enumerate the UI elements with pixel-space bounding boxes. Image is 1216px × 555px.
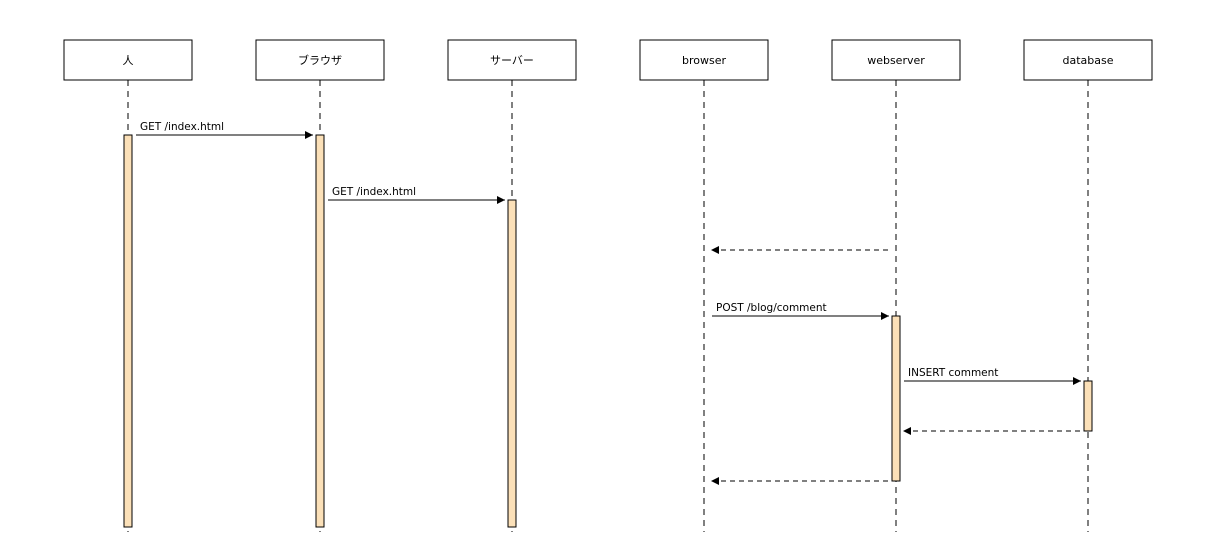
sequence-diagram: GET /index.html GET /index.html POST /blog… (63, 39, 1153, 532)
message-label: GET /index.html (332, 186, 416, 198)
message-label: GET /index.html (140, 121, 224, 133)
participant-server_ja: サーバー (447, 39, 577, 81)
message-label: POST /blog/comment (716, 302, 827, 314)
participant-database: database (1023, 39, 1153, 81)
message-hito-to-browser_ja: GET /index.html (136, 121, 313, 139)
activation-bar-browser_ja (315, 134, 325, 528)
activation-bar-server_ja (507, 199, 517, 528)
activation-bar-hito (123, 134, 133, 528)
message-webserver-to-database: INSERT comment (904, 367, 1081, 385)
activation-bar-database (1083, 380, 1093, 432)
participant-webserver: webserver (831, 39, 961, 81)
participant-label: ブラウザ (298, 53, 342, 67)
participant-label: browser (682, 54, 726, 67)
message-browser_ja-to-server_ja: GET /index.html (328, 186, 505, 204)
participant-label: webserver (867, 54, 925, 67)
activation-bar-webserver (891, 315, 901, 482)
participant-label: database (1063, 54, 1114, 67)
participant-browser: browser (639, 39, 769, 81)
participant-hito: 人 (63, 39, 193, 81)
participant-label: 人 (123, 54, 134, 67)
message-browser-to-webserver: POST /blog/comment (712, 302, 889, 320)
participant-browser_ja: ブラウザ (255, 39, 385, 81)
participant-label: サーバー (490, 54, 534, 67)
message-label: INSERT comment (908, 367, 998, 379)
